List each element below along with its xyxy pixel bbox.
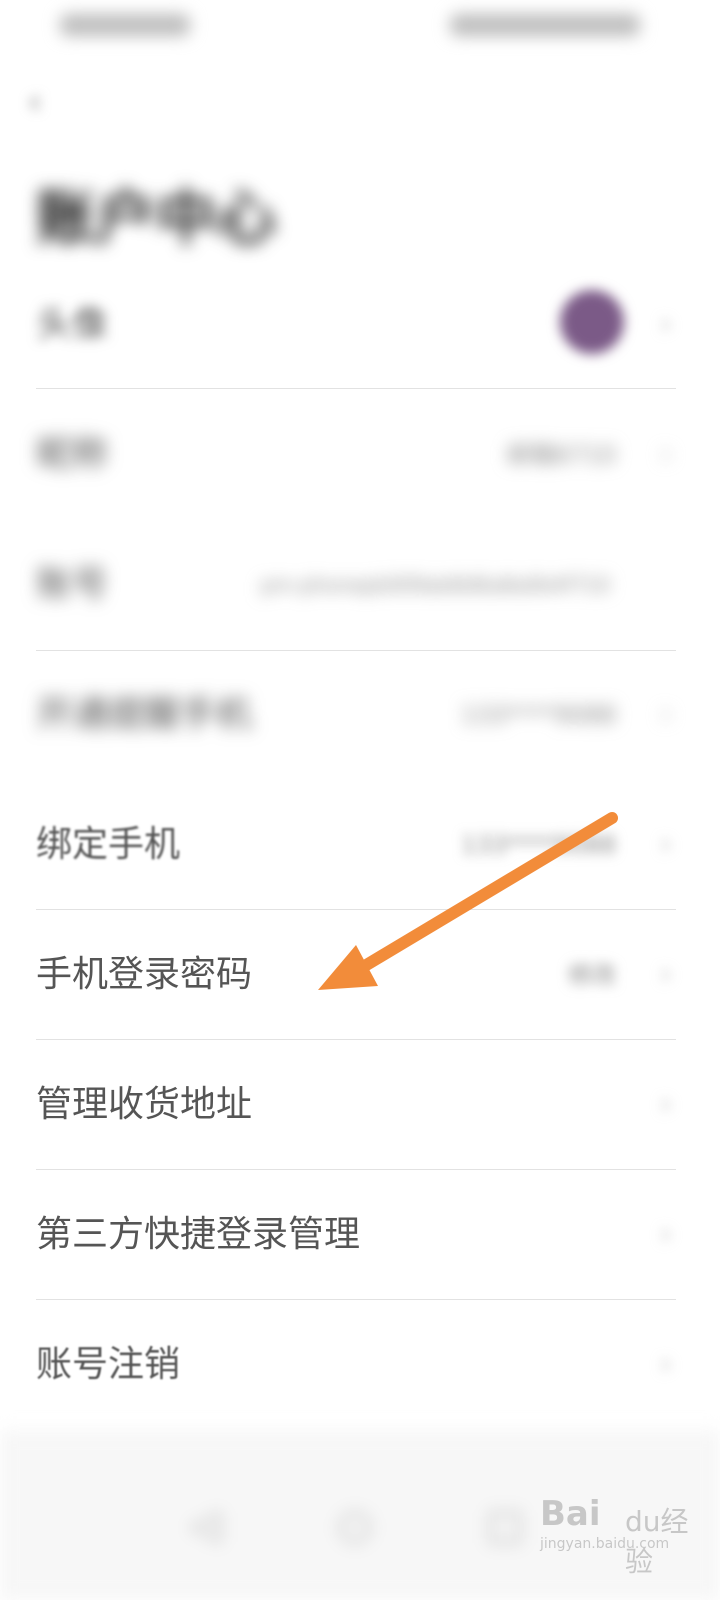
chevron-right-icon: › [660, 697, 672, 732]
chevron-right-icon: › [660, 1087, 672, 1122]
watermark-logo-left: Bai [540, 1494, 601, 1534]
row-label: 第三方快捷登录管理 [36, 1214, 361, 1255]
chevron-right-icon: › [660, 307, 672, 342]
row-label: 账号注销 [36, 1344, 181, 1385]
row-label: 管理收货地址 [36, 1084, 253, 1125]
row-value: pm-phonepb009ab8d6a8a0b4f710 [260, 573, 610, 597]
row-third-party-login[interactable]: 第三方快捷登录管理 › [0, 1170, 720, 1300]
row-value: 邮箱6710 [506, 441, 616, 469]
row-value: 修改 [568, 961, 616, 989]
watermark-url: jingyan.baidu.com [540, 1536, 670, 1552]
row-account-cancel[interactable]: 账号注销 › [0, 1300, 720, 1430]
row-value: 133****9088 [461, 831, 616, 859]
circle-home-icon[interactable]: ○ [330, 1500, 380, 1550]
row-login-password[interactable]: 手机登录密码 修改 › [0, 910, 720, 1040]
square-recent-icon[interactable]: □ [480, 1500, 530, 1550]
row-label: 开通提醒手机 [36, 694, 253, 735]
status-right-indicators [450, 14, 640, 36]
row-manage-address[interactable]: 管理收货地址 › [0, 1040, 720, 1170]
avatar[interactable] [560, 290, 624, 354]
row-label: 头像 [36, 304, 109, 345]
chevron-right-icon: › [660, 437, 672, 472]
triangle-back-icon[interactable]: ◁ [180, 1500, 230, 1550]
row-account[interactable]: 账号 pm-phonepb009ab8d6a8a0b4f710 [0, 520, 720, 650]
row-label: 账号 [36, 564, 109, 605]
row-label: 昵称 [36, 434, 109, 475]
chevron-left-icon: ‹ [28, 82, 42, 122]
watermark: Bai du经验 jingyan.baidu.com [540, 1494, 710, 1578]
separator [36, 388, 676, 389]
page-title: 账户中心 [36, 184, 276, 254]
row-label: 绑定手机 [36, 824, 181, 865]
row-bind-phone[interactable]: 绑定手机 133****9088 › [0, 780, 720, 910]
row-nickname[interactable]: 昵称 邮箱6710 › [0, 390, 720, 520]
chevron-right-icon: › [660, 1217, 672, 1252]
chevron-right-icon: › [660, 827, 672, 862]
row-label: 手机登录密码 [36, 954, 253, 995]
status-left-indicators [60, 14, 190, 36]
row-value: 133****9088 [461, 701, 616, 729]
status-bar [0, 0, 720, 50]
back-button[interactable]: ‹ [28, 84, 58, 120]
row-notify-phone[interactable]: 开通提醒手机 133****9088 › [0, 650, 720, 780]
chevron-right-icon: › [660, 1347, 672, 1382]
chevron-right-icon: › [660, 957, 672, 992]
